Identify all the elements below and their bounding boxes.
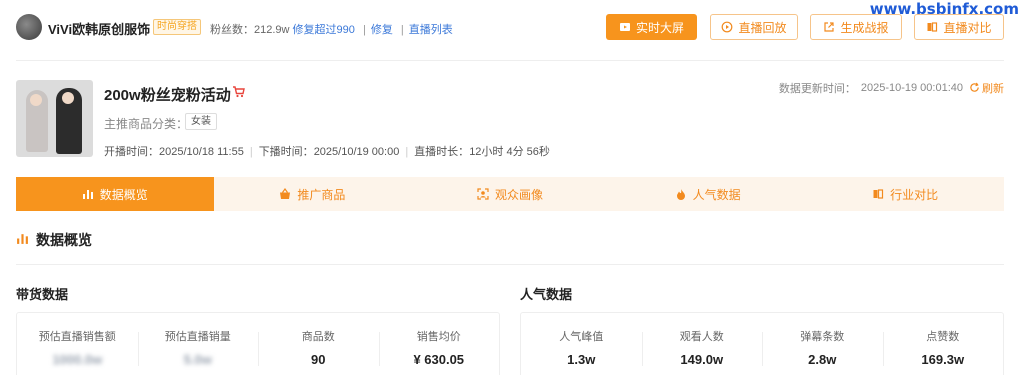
metric-label: 预估直播销量 <box>164 331 231 343</box>
flame-icon <box>675 188 687 200</box>
category-label: 主推商品分类： <box>104 117 189 131</box>
duration-label: 直播时长： <box>414 146 470 158</box>
metric-est-sales-amount: 预估直播销售额 1000.0w <box>17 330 138 367</box>
tab-label: 人气数据 <box>692 187 741 202</box>
start-time-value: 2025/10/18 11:55 <box>159 146 244 158</box>
divider <box>16 264 1004 265</box>
metric-value: 149.0w <box>680 352 724 367</box>
metric-danmaku-count: 弹幕条数 2.8w <box>762 330 883 367</box>
overview-title-text: 数据概览 <box>36 232 92 248</box>
separator: | <box>362 24 366 36</box>
metric-label: 预估直播销售额 <box>38 331 116 343</box>
tab-label: 数据概览 <box>99 187 148 202</box>
face-scan-icon <box>477 188 489 200</box>
separator: | <box>400 24 404 36</box>
tab-label: 推广商品 <box>297 187 346 202</box>
update-label: 数据更新时间： <box>778 83 856 95</box>
tab-promoted-products[interactable]: 推广商品 <box>214 177 412 211</box>
cart-icon <box>232 85 245 101</box>
external-link-icon <box>823 21 835 33</box>
refresh-button[interactable]: 刷新 <box>968 80 1004 96</box>
separator: | <box>249 146 253 158</box>
fans-info: 粉丝数：212.9w 修复超过990 | 修复 | 直播列表 <box>210 21 453 37</box>
shop-avatar[interactable] <box>16 14 42 40</box>
live-replay-button[interactable]: 直播回放 <box>710 14 798 40</box>
popularity-data-card: 人气峰值 1.3w 观看人数 149.0w 弹幕条数 2.8w 点赞数 169.… <box>520 312 1004 375</box>
fix-link[interactable]: 修复 <box>371 24 393 36</box>
metric-value: ¥ 630.05 <box>413 352 465 367</box>
generate-report-label: 生成战报 <box>840 20 889 35</box>
end-time-label: 下播时间： <box>258 146 314 158</box>
metric-viewers: 观看人数 149.0w <box>641 330 763 367</box>
divider <box>16 60 1004 61</box>
refresh-label: 刷新 <box>982 83 1004 95</box>
live-replay-label: 直播回放 <box>738 20 787 35</box>
watermark: www.bsbinfx.com <box>869 0 1019 18</box>
sales-data-card: 预估直播销售额 1000.0w 预估直播销量 5.0w 商品数 90 销售均价 … <box>16 312 500 375</box>
compare-icon <box>926 21 938 33</box>
metric-label: 点赞数 <box>926 331 960 343</box>
separator: | <box>405 146 409 158</box>
overview-title: 数据概览 <box>16 230 92 250</box>
tab-industry-compare[interactable]: 行业对比 <box>806 177 1004 211</box>
metric-avg-price: 销售均价 ¥ 630.05 <box>378 330 500 367</box>
basket-icon <box>279 187 291 200</box>
play-circle-icon <box>721 21 733 33</box>
shop-name[interactable]: ViVi欧韩原创服饰 <box>48 19 150 38</box>
update-time: 数据更新时间： 2025-10-19 00:01:40 刷新 <box>779 80 1004 96</box>
duration-value: 12小时 4分 56秒 <box>469 146 550 158</box>
start-time-label: 开播时间： <box>104 146 159 158</box>
metric-label: 人气峰值 <box>559 331 604 343</box>
sales-data-title: 带货数据 <box>16 287 69 302</box>
fans-value: 212.9w <box>254 24 290 36</box>
metric-est-sales-volume: 预估直播销量 5.0w <box>137 330 259 367</box>
metric-value: 1.3w <box>567 352 596 367</box>
metric-likes: 点赞数 169.3w <box>882 330 1004 367</box>
popularity-data-title: 人气数据 <box>520 287 573 302</box>
tab-data-overview[interactable]: 数据概览 <box>16 177 214 211</box>
tab-popularity-data[interactable]: 人气数据 <box>609 177 807 211</box>
tab-label: 观众画像 <box>494 187 543 202</box>
screen-icon <box>619 21 631 33</box>
category-tag: 女装 <box>185 113 217 130</box>
end-time-value: 2025/10/19 00:00 <box>313 146 400 158</box>
metric-label: 观看人数 <box>679 331 724 343</box>
metric-label: 商品数 <box>301 331 335 343</box>
realtime-screen-label: 实时大屏 <box>635 20 684 35</box>
metric-value: 5.0w <box>183 352 212 367</box>
metric-product-count: 商品数 90 <box>258 330 379 367</box>
metric-value: 1000.0w <box>52 352 103 367</box>
metric-value: 169.3w <box>921 352 965 367</box>
bar-chart-icon <box>16 232 29 248</box>
live-cover-image[interactable] <box>16 80 93 157</box>
bar-chart-icon <box>82 188 94 200</box>
metric-value: 2.8w <box>808 352 837 367</box>
refresh-icon <box>968 82 980 94</box>
compare-icon <box>872 188 884 200</box>
metric-peak-popularity: 人气峰值 1.3w <box>521 330 642 367</box>
metric-label: 销售均价 <box>416 331 461 343</box>
section-tabs: 数据概览 推广商品 观众画像 人气数据 行业对比 <box>16 177 1004 211</box>
fix-exceed-link[interactable]: 修复超过990 <box>293 24 355 36</box>
metric-label: 弹幕条数 <box>800 331 845 343</box>
metric-value: 90 <box>311 352 326 367</box>
fans-label: 粉丝数： <box>210 24 254 36</box>
live-times: 开播时间：2025/10/18 11:55 | 下播时间：2025/10/19 00… <box>104 143 550 159</box>
tab-label: 行业对比 <box>890 187 939 202</box>
live-list-link[interactable]: 直播列表 <box>409 24 453 36</box>
realtime-screen-button[interactable]: 实时大屏 <box>606 14 697 40</box>
update-value: 2025-10-19 00:01:40 <box>860 82 963 94</box>
tab-audience-profile[interactable]: 观众画像 <box>411 177 609 211</box>
live-compare-label: 直播对比 <box>943 20 992 35</box>
live-title: 200w粉丝宠粉活动 <box>104 87 231 104</box>
shop-category-tag: 时尚穿搭 <box>153 19 201 35</box>
